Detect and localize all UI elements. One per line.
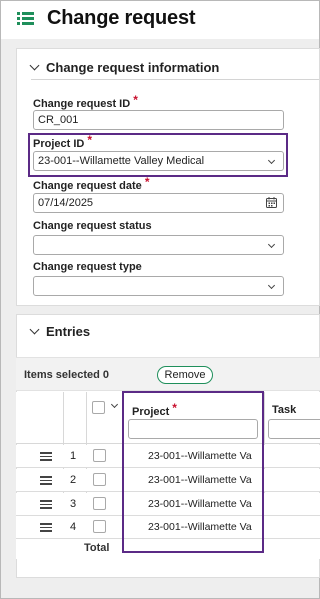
remove-button[interactable]: Remove — [157, 366, 213, 384]
grid-toolbar: Items selected 0 Remove — [16, 357, 320, 391]
required-marker: * — [133, 93, 138, 107]
page-header: Change request — [1, 1, 319, 39]
row-number: 3 — [69, 498, 77, 510]
change-request-id-label: Change request ID * — [33, 93, 138, 110]
change-request-date-value: 07/14/2025 — [38, 197, 94, 209]
section-heading: Change request information — [46, 60, 220, 75]
required-marker: * — [144, 175, 150, 189]
chevron-down-icon[interactable] — [110, 400, 119, 409]
change-request-date-label: Change request date * — [33, 175, 150, 192]
task-filter-input[interactable] — [268, 419, 320, 439]
change-request-info-card: Change request information Change reques… — [16, 48, 320, 306]
row-number: 4 — [69, 521, 77, 533]
chevron-down-icon — [29, 60, 40, 71]
project-column-highlight — [122, 391, 264, 553]
change-request-date-field[interactable]: 07/14/2025 — [33, 193, 284, 213]
drag-handle-icon[interactable] — [40, 523, 52, 532]
project-id-highlight — [28, 133, 288, 177]
change-request-type-select[interactable] — [33, 276, 284, 296]
select-all-checkbox[interactable] — [92, 401, 105, 414]
chevron-down-icon — [29, 324, 40, 335]
drag-handle-icon[interactable] — [40, 476, 52, 485]
chevron-down-icon — [267, 240, 276, 249]
section-toggle-info[interactable]: Change request information — [29, 60, 220, 75]
items-selected-count: Items selected 0 — [24, 369, 109, 381]
calendar-icon[interactable] — [266, 197, 277, 208]
drag-handle-icon[interactable] — [40, 500, 52, 509]
drag-handle-icon[interactable] — [40, 452, 52, 461]
change-request-id-field[interactable]: CR_001 — [33, 110, 284, 130]
section-heading: Entries — [46, 324, 91, 339]
list-menu-icon[interactable] — [17, 12, 35, 26]
change-request-status-label: Change request status — [33, 220, 152, 232]
chevron-down-icon — [267, 281, 276, 290]
section-divider — [31, 79, 319, 80]
total-label: Total — [84, 542, 110, 554]
section-toggle-entries[interactable]: Entries — [29, 324, 91, 339]
row-checkbox[interactable] — [93, 473, 106, 486]
column-header-task[interactable]: Task — [272, 404, 296, 416]
row-checkbox[interactable] — [93, 520, 106, 533]
row-checkbox[interactable] — [93, 497, 106, 510]
change-request-type-label: Change request type — [33, 261, 142, 273]
row-number: 1 — [69, 450, 77, 462]
row-checkbox[interactable] — [93, 449, 106, 462]
change-request-status-select[interactable] — [33, 235, 284, 255]
row-number: 2 — [69, 474, 77, 486]
page-title: Change request — [47, 7, 196, 29]
